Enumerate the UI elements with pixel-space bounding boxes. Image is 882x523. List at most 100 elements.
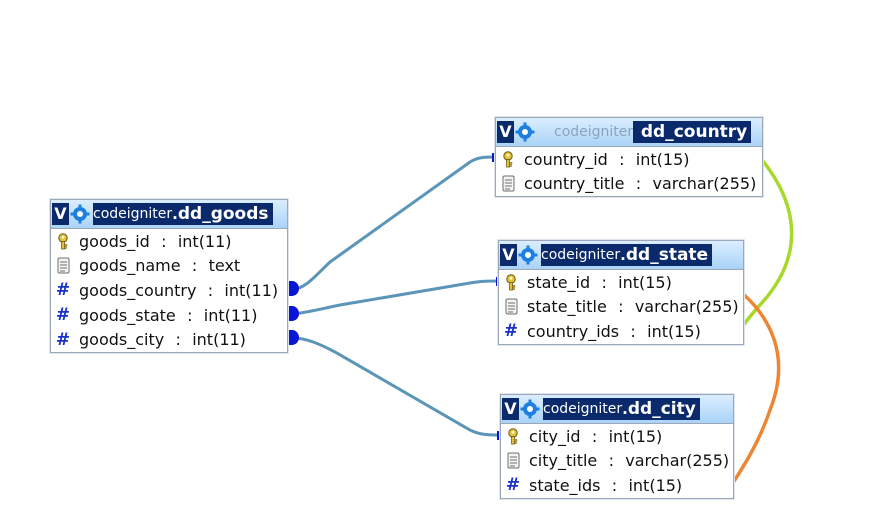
- column-type: varchar(255): [634, 297, 739, 317]
- column-row[interactable]: city_id: int(15): [501, 424, 733, 449]
- collapse-toggle[interactable]: V: [497, 121, 514, 143]
- column-name: city_title: [529, 451, 598, 471]
- column-separator: :: [591, 426, 598, 446]
- column-row[interactable]: # country_ids: int(15): [499, 319, 743, 344]
- column-separator: :: [207, 280, 214, 300]
- text-icon: [503, 298, 519, 316]
- column-name: goods_city: [79, 330, 165, 350]
- column-row[interactable]: # goods_state: int(11): [51, 303, 287, 328]
- relation-goods-city: [292, 336, 503, 437]
- column-separator: :: [618, 297, 624, 317]
- column-type: int(11): [224, 280, 279, 300]
- column-separator: :: [619, 149, 625, 169]
- collapse-toggle[interactable]: V: [502, 398, 519, 420]
- table-name: dd_goods: [177, 204, 269, 224]
- column-row[interactable]: goods_id: int(11): [51, 229, 287, 254]
- column-separator: :: [161, 231, 167, 251]
- gear-icon[interactable]: [519, 398, 541, 420]
- column-name: goods_id: [79, 231, 150, 251]
- column-type: int(15): [635, 149, 690, 169]
- column-type: varchar(255): [625, 451, 730, 471]
- column-row[interactable]: country_title: varchar(255): [496, 172, 762, 197]
- column-separator: :: [191, 256, 198, 276]
- table-name: dd_state: [625, 245, 709, 265]
- key-icon: [55, 232, 71, 250]
- table-title: codeigniter. dd_country: [538, 121, 755, 143]
- text-icon: [55, 257, 71, 275]
- table-title: codeigniter. dd_state: [541, 244, 713, 266]
- column-name: goods_name: [79, 256, 181, 276]
- table-dd-city[interactable]: V codeigniter. dd_city city_id: int(15) cit…: [500, 394, 734, 499]
- column-name: country_title: [524, 174, 625, 194]
- column-name: city_id: [529, 426, 581, 446]
- connector-end-goods-country-cap: [292, 281, 299, 296]
- hash-icon: #: [503, 321, 519, 342]
- column-type: varchar(255): [652, 174, 757, 194]
- column-list: state_id: int(15) state_title: varchar(255)…: [499, 270, 743, 344]
- connector-end-goods-state-cap: [292, 306, 299, 321]
- column-type: int(15): [647, 321, 701, 341]
- key-icon: [500, 150, 516, 168]
- key-icon: [503, 273, 519, 291]
- column-type: int(15): [608, 426, 663, 446]
- table-title: codeigniter. dd_city: [543, 398, 700, 420]
- hash-icon: #: [55, 329, 71, 350]
- column-separator: :: [601, 272, 607, 292]
- hash-icon: #: [55, 280, 71, 301]
- table-dd-state[interactable]: V codeigniter. dd_state state_id: int(15) s…: [498, 240, 744, 345]
- table-title: codeigniter. dd_goods: [93, 203, 273, 225]
- column-list: country_id: int(15) country_title: varchar(…: [496, 147, 762, 196]
- column-separator: :: [611, 475, 618, 495]
- column-row[interactable]: country_id: int(15): [496, 147, 762, 172]
- column-type: int(11): [192, 330, 246, 350]
- table-name: dd_city: [627, 399, 696, 419]
- hash-icon: #: [55, 305, 71, 326]
- database-name: codeigniter: [93, 206, 173, 222]
- column-type: int(11): [203, 305, 258, 325]
- column-separator: :: [175, 330, 181, 350]
- column-name: goods_state: [79, 305, 176, 325]
- column-row[interactable]: # goods_city: int(11): [51, 327, 287, 352]
- column-row[interactable]: # goods_country: int(11): [51, 278, 287, 303]
- column-name: country_ids: [527, 321, 620, 341]
- column-row[interactable]: # state_ids: int(15): [501, 473, 733, 498]
- relation-goods-state: [292, 279, 501, 316]
- table-dd-goods[interactable]: V codeigniter. dd_goods goods_id: int(11) g…: [50, 199, 288, 353]
- column-type: int(15): [618, 272, 672, 292]
- text-icon: [500, 175, 516, 193]
- column-separator: :: [635, 174, 642, 194]
- column-type: text: [208, 256, 241, 276]
- table-header[interactable]: V codeigniter. dd_state: [499, 241, 743, 270]
- column-row[interactable]: state_id: int(15): [499, 270, 743, 295]
- collapse-toggle[interactable]: V: [52, 203, 69, 225]
- column-name: goods_country: [79, 280, 197, 300]
- database-name: codeigniter: [554, 124, 634, 140]
- gear-icon[interactable]: [514, 121, 536, 143]
- column-name: state_ids: [529, 475, 601, 495]
- column-type: int(15): [628, 475, 683, 495]
- column-type: int(11): [177, 231, 232, 251]
- gear-icon[interactable]: [517, 244, 539, 266]
- table-header[interactable]: V codeigniter. dd_country: [496, 118, 762, 147]
- column-name: country_id: [524, 149, 608, 169]
- table-dd-country[interactable]: V codeigniter. dd_country country_id: int(…: [495, 117, 763, 198]
- key-icon: [505, 427, 521, 445]
- table-header[interactable]: V codeigniter. dd_city: [501, 395, 733, 424]
- column-name: state_id: [527, 272, 591, 292]
- column-name: state_title: [527, 297, 607, 317]
- gear-icon[interactable]: [69, 203, 91, 225]
- database-name: codeigniter: [541, 247, 621, 263]
- relation-goods-country: [292, 155, 497, 291]
- collapse-toggle[interactable]: V: [500, 244, 517, 266]
- connector-end-goods-city-cap: [292, 330, 299, 345]
- table-header[interactable]: V codeigniter. dd_goods: [51, 200, 287, 229]
- database-name: codeigniter: [543, 401, 623, 417]
- column-row[interactable]: city_title: varchar(255): [501, 449, 733, 474]
- column-separator: :: [608, 451, 614, 471]
- table-name: dd_country: [638, 121, 752, 143]
- column-list: city_id: int(15) city_title: varchar(255) # s…: [501, 424, 733, 498]
- column-row[interactable]: goods_name: text: [51, 254, 287, 279]
- hash-icon: #: [505, 475, 521, 496]
- text-icon: [505, 452, 521, 470]
- column-row[interactable]: state_title: varchar(255): [499, 295, 743, 320]
